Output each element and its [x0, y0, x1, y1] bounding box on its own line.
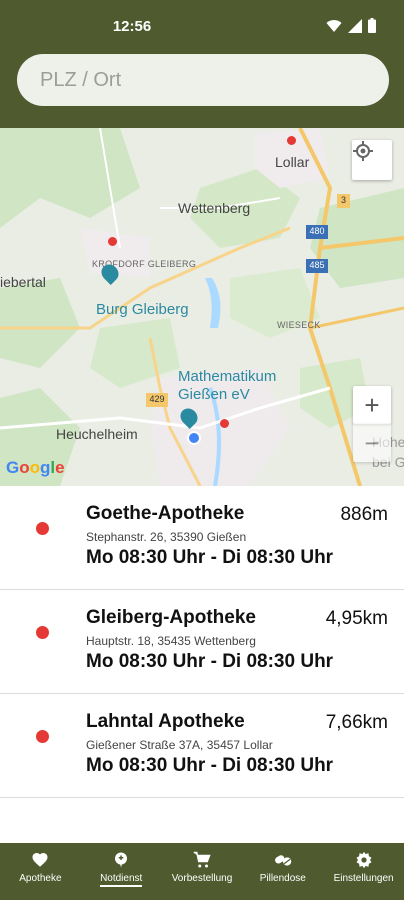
status-dot-icon [36, 522, 49, 535]
zoom-out-button[interactable]: − [353, 424, 391, 462]
nav-item-apotheke[interactable]: Apotheke [0, 843, 81, 900]
pharmacy-distance: 4,95km [325, 608, 388, 629]
current-location-marker [187, 431, 201, 445]
status-icons [326, 18, 376, 33]
map-label-wettenberg: Wettenberg [178, 200, 251, 216]
map-view[interactable]: 3 480 485 429 Lollar Wettenberg KROFDORF… [0, 128, 404, 486]
nav-item-einstellungen[interactable]: Einstellungen [323, 843, 404, 900]
my-location-button[interactable] [352, 140, 392, 180]
pharmacy-hours: Mo 08:30 Uhr - Di 08:30 Uhr [86, 755, 334, 776]
nav-item-vorbestellung[interactable]: Vorbestellung [162, 843, 243, 900]
status-time: 12:56 [112, 18, 152, 35]
nav-label: Notdienst [100, 873, 143, 887]
google-logo: Google [6, 458, 65, 477]
search-input[interactable] [38, 67, 362, 93]
map-label-heuchelheim: Heuchelheim [56, 426, 138, 442]
pharmacy-distance: 886m [340, 504, 388, 525]
map-label-giessen-ev: Gießen eV [178, 386, 250, 403]
nav-label: Vorbestellung [171, 873, 233, 884]
road-3-label: 3 [340, 195, 346, 205]
nav-label: Einstellungen [333, 873, 394, 884]
bottom-navigation: Apotheke Notdienst Vorbestellung Pillend… [0, 843, 404, 900]
road-485-label: 485 [309, 260, 325, 270]
status-dot-icon [36, 626, 49, 639]
list-item[interactable]: Goethe-Apotheke Stephanstr. 26, 35390 Gi… [0, 486, 404, 590]
pharmacy-hours: Mo 08:30 Uhr - Di 08:30 Uhr [86, 547, 334, 568]
pharmacy-pin-giessen[interactable] [220, 419, 229, 428]
cart-icon [193, 851, 211, 868]
map-label-burg-gleiberg: Burg Gleiberg [96, 301, 189, 318]
pharmacy-address: Gießener Straße 37A, 35457 Lollar [86, 738, 273, 752]
road-429-label: 429 [149, 394, 165, 404]
pharmacy-name: Gleiberg-Apotheke [86, 607, 256, 628]
search-box[interactable] [17, 54, 389, 106]
heart-icon [32, 852, 48, 867]
battery-icon [368, 18, 376, 33]
pharmacy-address: Stephanstr. 26, 35390 Gießen [86, 530, 247, 544]
emergency-icon [115, 852, 128, 868]
pharmacy-hours: Mo 08:30 Uhr - Di 08:30 Uhr [86, 651, 334, 672]
pharmacy-name: Goethe-Apotheke [86, 503, 245, 524]
road-480-label: 480 [309, 226, 325, 236]
pharmacy-distance: 7,66km [325, 712, 388, 733]
nav-label: Apotheke [19, 873, 62, 884]
pharmacy-list: Goethe-Apotheke Stephanstr. 26, 35390 Gi… [0, 486, 404, 798]
map-label-biebertal: iebertal [0, 274, 46, 290]
pill-icon [274, 855, 292, 866]
nav-item-notdienst[interactable]: Notdienst [81, 843, 162, 900]
gear-icon [356, 851, 372, 869]
status-bar: 12:56 [0, 0, 404, 52]
list-item[interactable]: Gleiberg-Apotheke Hauptstr. 18, 35435 We… [0, 590, 404, 694]
zoom-in-button[interactable]: + [353, 386, 391, 424]
list-item[interactable]: Lahntal Apotheke Gießener Straße 37A, 35… [0, 694, 404, 798]
pharmacy-pin-wettenberg[interactable] [108, 237, 117, 246]
pharmacy-pin-lollar[interactable] [287, 136, 296, 145]
app-header: 12:56 [0, 0, 404, 128]
status-dot-icon [36, 730, 49, 743]
pharmacy-address: Hauptstr. 18, 35435 Wettenberg [86, 634, 256, 648]
nav-item-pillendose[interactable]: Pillendose [242, 843, 323, 900]
pharmacy-name: Lahntal Apotheke [86, 711, 245, 732]
nav-label: Pillendose [259, 873, 306, 884]
signal-icon [348, 18, 362, 33]
map-label-lollar: Lollar [275, 154, 310, 170]
map-label-mathematikum: Mathematikum [178, 368, 277, 385]
wifi-icon [326, 19, 342, 32]
map-label-wieseck: WIESECK [277, 320, 321, 330]
crosshair-icon [353, 141, 373, 161]
